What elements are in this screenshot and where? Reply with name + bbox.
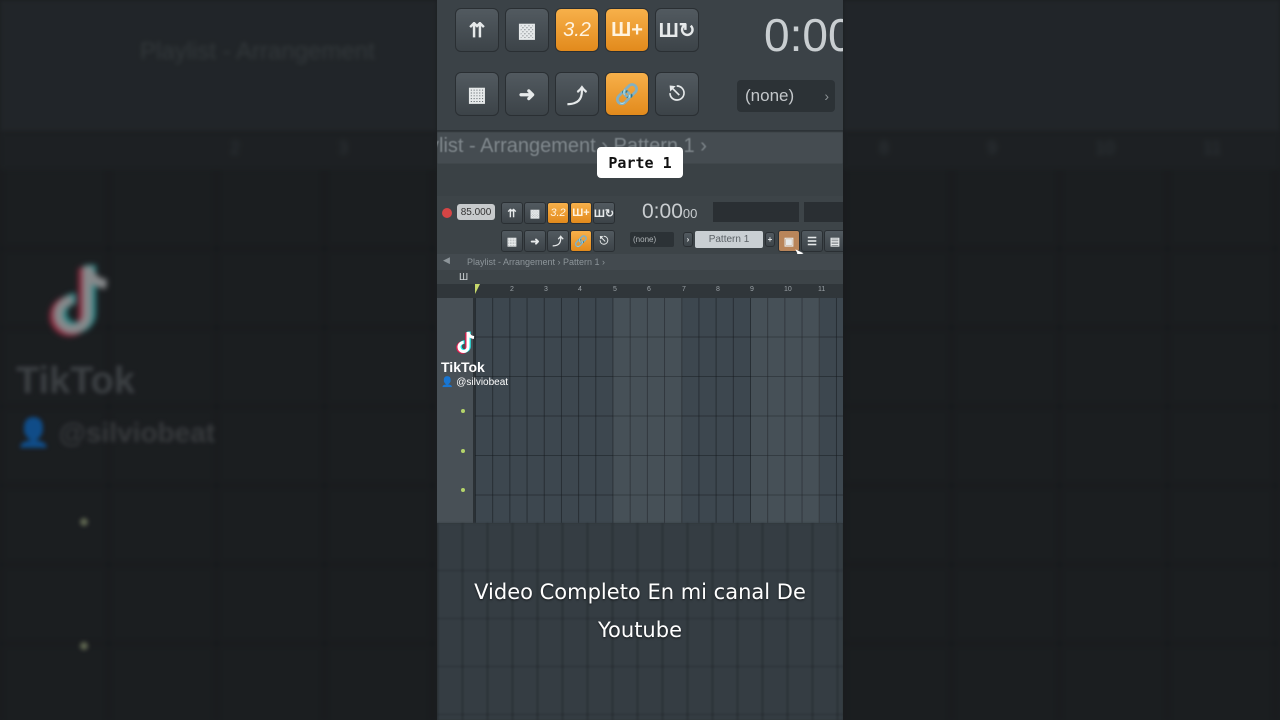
ruler-tick: 2 xyxy=(510,286,514,293)
video-frame: ⇈ ▩ 3.2 Ш+ Ш↻ 0:00 ▦ ➜ ⤴ 🔗 ⎋ (none) › yl… xyxy=(437,0,843,720)
chevron-right-icon: › xyxy=(824,88,829,104)
snap-button[interactable]: 3.2 xyxy=(547,202,569,224)
metronome-icon[interactable]: ⇈ xyxy=(501,202,523,224)
link-icon[interactable]: 🔗 xyxy=(605,72,649,116)
hat-icon[interactable]: ⎋ xyxy=(593,230,615,252)
ruler-tick: 7 xyxy=(682,286,686,293)
step-edit-arrow-icon[interactable]: ➜ xyxy=(505,72,549,116)
typing-keyboard-icon[interactable]: ▦ xyxy=(455,72,499,116)
cpu-meter xyxy=(713,202,799,222)
song-time-small-main: 0:00 xyxy=(642,200,683,223)
song-time-small-fraction: 00 xyxy=(682,206,698,221)
playlist-title-bar: Playlist - Arrangement › Pattern 1 › xyxy=(437,254,843,270)
song-marker-icon xyxy=(475,284,480,294)
mixer-icon[interactable]: ▤ xyxy=(824,230,843,252)
loop-record-icon[interactable]: Ш↻ xyxy=(655,8,699,52)
tiktok-logo-icon xyxy=(456,331,475,354)
track-dot xyxy=(461,488,465,492)
slide-icon[interactable]: ⤴ xyxy=(547,230,569,252)
bar-shade xyxy=(613,298,682,523)
track-dot xyxy=(461,449,465,453)
pattern-selector-label: (none) xyxy=(745,86,795,105)
memory-meter xyxy=(804,202,843,222)
ruler-tick: 8 xyxy=(716,286,720,293)
typing-keyboard-icon[interactable]: ▦ xyxy=(501,230,523,252)
pattern-selector[interactable]: (none) › xyxy=(737,80,835,112)
dim-overlay xyxy=(0,0,437,720)
part-label: Parte 1 xyxy=(597,147,683,178)
ruler-tick: 6 xyxy=(647,286,651,293)
user-icon: 👤 xyxy=(441,377,454,388)
playlist-tool-icon[interactable]: Ш xyxy=(459,272,468,283)
blend-notes-icon[interactable]: Ш+ xyxy=(605,8,649,52)
ruler-tick: 11 xyxy=(818,286,826,293)
ruler-tick: 10 xyxy=(784,286,792,293)
grid-cells[interactable] xyxy=(475,298,843,523)
link-icon[interactable]: 🔗 xyxy=(570,230,592,252)
blend-notes-icon[interactable]: Ш+ xyxy=(570,202,592,224)
playlist-title-small: Playlist - Arrangement › Pattern 1 › xyxy=(467,257,606,267)
blurred-background-left: Playlist - Arrangement 2 3 TikTok 👤 @sil… xyxy=(0,0,437,720)
blurred-background-right: 8 9 10 11 xyxy=(843,0,1280,720)
tiktok-user-label: @silviobeat xyxy=(456,377,509,388)
record-icon[interactable] xyxy=(442,208,452,218)
ruler-tick: 4 xyxy=(578,286,582,293)
dim-overlay xyxy=(843,0,1280,720)
song-time-display: 0:00 xyxy=(764,9,843,61)
hat-icon[interactable]: ⎋ xyxy=(655,72,699,116)
wait-record-icon[interactable]: ▩ xyxy=(524,202,546,224)
playlist-grid[interactable] xyxy=(437,298,843,523)
ruler-tick: 5 xyxy=(613,286,617,293)
step-edit-arrow-icon[interactable]: ➜ xyxy=(524,230,546,252)
snap-button[interactable]: 3.2 xyxy=(555,8,599,52)
tiktok-name: TikTok xyxy=(441,359,485,375)
speaker-icon[interactable]: ◀ xyxy=(443,255,450,266)
metronome-icon[interactable]: ⇈ xyxy=(455,8,499,52)
bar-shade xyxy=(751,298,820,523)
pattern-picker[interactable]: Pattern 1 xyxy=(695,231,763,248)
fl-toolbar: 85.000 ⇈ ▩ 3.2 Ш+ Ш↻ 0:0000 ▦ ➜ ⤴ 🔗 ⎋ (n… xyxy=(437,196,843,298)
song-time-small: 0:0000 xyxy=(642,200,697,224)
piano-roll-icon[interactable]: ☰ xyxy=(801,230,823,252)
chevron-right-icon[interactable]: › xyxy=(683,232,693,247)
caption-line-1: Video Completo En mi canal De xyxy=(474,580,806,604)
plus-icon[interactable]: + xyxy=(765,232,775,247)
ruler-tick: 9 xyxy=(750,286,754,293)
wait-record-icon[interactable]: ▩ xyxy=(505,8,549,52)
caption-line-2: Youtube xyxy=(598,618,682,642)
pattern-selector-small[interactable]: (none) xyxy=(630,232,674,247)
tempo-display[interactable]: 85.000 xyxy=(457,204,495,220)
track-dot xyxy=(461,409,465,413)
loop-record-icon[interactable]: Ш↻ xyxy=(593,202,615,224)
zoomed-toolbar: ⇈ ▩ 3.2 Ш+ Ш↻ 0:00 ▦ ➜ ⤴ 🔗 ⎋ (none) › xyxy=(437,0,843,130)
ruler-tick: 3 xyxy=(544,286,548,293)
tiktok-user: 👤 @silviobeat xyxy=(441,377,508,388)
timeline-ruler[interactable]: 2 3 4 5 6 7 8 9 10 11 xyxy=(437,284,843,298)
slide-icon[interactable]: ⤴ xyxy=(555,72,599,116)
